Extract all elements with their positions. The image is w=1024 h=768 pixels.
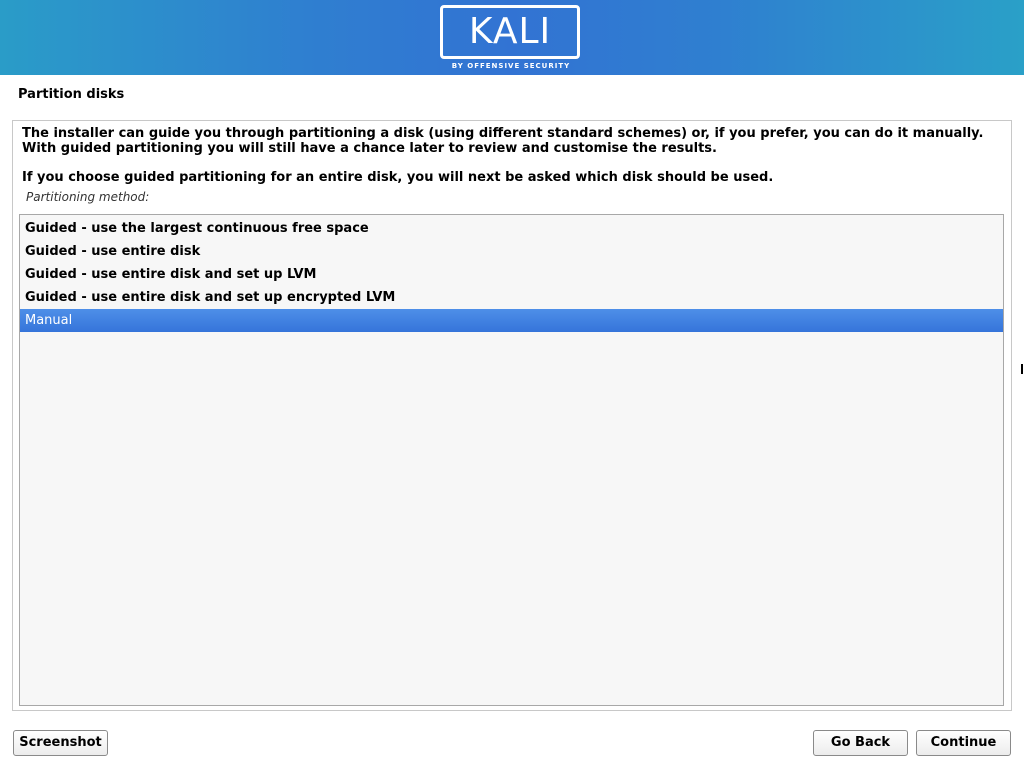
kali-logo: KALI [440, 5, 580, 59]
option-guided-entire-disk[interactable]: Guided - use entire disk [20, 240, 1003, 263]
option-guided-lvm[interactable]: Guided - use entire disk and set up LVM [20, 263, 1003, 286]
instructions-paragraph: The installer can guide you through part… [22, 126, 984, 156]
page-title: Partition disks [18, 87, 125, 102]
kali-logo-subtitle: BY OFFENSIVE SECURITY [451, 62, 571, 70]
option-guided-encrypted-lvm[interactable]: Guided - use entire disk and set up encr… [20, 286, 1003, 309]
option-manual[interactable]: Manual [20, 309, 1003, 332]
option-guided-largest-free-space[interactable]: Guided - use the largest continuous free… [20, 217, 1003, 240]
go-back-button[interactable]: Go Back [813, 730, 908, 756]
kali-logo-text: KALI [468, 11, 552, 52]
continue-button[interactable]: Continue [916, 730, 1011, 756]
text-cursor-mark [1021, 364, 1023, 374]
screenshot-button[interactable]: Screenshot [13, 730, 108, 756]
kali-banner: KALI BY OFFENSIVE SECURITY [0, 0, 1024, 75]
partitioning-method-label: Partitioning method: [26, 190, 150, 204]
guided-disk-paragraph: If you choose guided partitioning for an… [22, 170, 774, 185]
partitioning-method-list[interactable]: Guided - use the largest continuous free… [19, 214, 1004, 706]
